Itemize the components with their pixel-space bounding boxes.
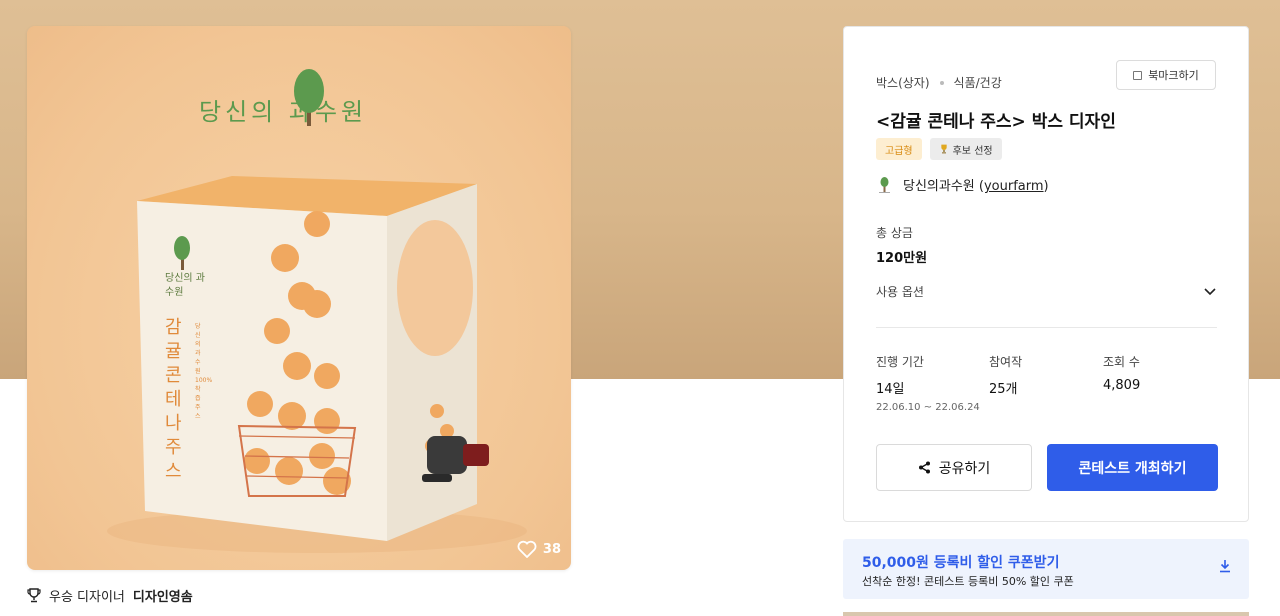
next-section-edge (843, 612, 1249, 616)
stat-entries-value: 25개 (989, 382, 1018, 397)
prize-value: 120만원 (876, 251, 928, 266)
premium-badge: 고급형 (876, 138, 922, 160)
candidate-badge: 후보 선정 (929, 138, 1002, 160)
category-box[interactable]: 박스(상자) (876, 74, 930, 91)
candidate-label: 후보 선정 (952, 145, 993, 157)
badge-group: 고급형 후보 선정 (876, 138, 1002, 160)
download-icon[interactable] (1219, 559, 1231, 573)
separator-dot (939, 80, 944, 85)
box-front-brand: 당신의 과수원 (165, 273, 205, 298)
trophy-icon (940, 144, 947, 154)
box-front-title: 감귤 콘테나 주스 (165, 317, 182, 482)
usage-options-label: 사용 옵션 (876, 285, 924, 299)
winner-label: 우승 디자이너 (49, 590, 125, 605)
trophy-icon (27, 588, 41, 603)
bookmark-button[interactable]: 북마크하기 (1116, 60, 1216, 90)
host-name: 당신의과수원 (903, 179, 975, 194)
heart-icon (517, 540, 537, 558)
coupon-subtitle: 선착순 한정! 콘테스트 등록비 50% 할인 쿠폰 (862, 575, 1074, 588)
product-image[interactable]: 당신의 과수원 당신의 과수원 감귤 콘테나 주스 당신의과수원 100% 착즙… (27, 26, 571, 570)
prize-label: 총 상금 (876, 226, 913, 240)
stat-views-label: 조회 수 (1103, 355, 1140, 369)
coupon-banner[interactable]: 50,000원 등록비 할인 쿠폰받기 선착순 한정! 콘테스트 등록비 50%… (843, 539, 1249, 599)
coupon-title: 50,000원 등록비 할인 쿠폰받기 (862, 555, 1060, 571)
breadcrumb: 박스(상자) 식품/건강 (876, 74, 1002, 91)
contest-info-panel: 북마크하기 박스(상자) 식품/건강 <감귤 콘테나 주스> 박스 디자인 고급… (843, 26, 1249, 522)
chevron-down-icon (1204, 287, 1216, 295)
winner-designer: 우승 디자이너 디자인영솜 (27, 586, 193, 605)
stat-duration-value: 14일 (876, 382, 905, 397)
like-count: 38 (542, 541, 561, 557)
host-handle[interactable]: yourfarm (984, 179, 1044, 194)
stat-duration-label: 진행 기간 (876, 355, 924, 369)
period-range: 22.06.10 ~ 22.06.24 (876, 402, 980, 413)
host-info[interactable]: 당신의과수원 (yourfarm) (876, 175, 1049, 194)
host-logo-icon (879, 176, 890, 193)
box-front-sub: 당신의과수원 100% 착즙 주스 (195, 323, 213, 420)
usage-options-toggle[interactable]: 사용 옵션 (876, 283, 1216, 300)
share-icon (918, 461, 930, 474)
host-contest-button[interactable]: 콘테스트 개최하기 (1047, 444, 1218, 491)
share-button[interactable]: 공유하기 (876, 444, 1032, 491)
stat-entries-label: 참여작 (989, 355, 1023, 369)
brand-title: 당신의 과수원 (199, 98, 368, 126)
bookmark-label: 북마크하기 (1148, 69, 1199, 82)
category-food[interactable]: 식품/건강 (954, 74, 1002, 91)
winner-name[interactable]: 디자인영솜 (133, 586, 193, 605)
bookmark-icon (1133, 70, 1143, 80)
stat-views-value: 4,809 (1103, 378, 1141, 393)
like-button[interactable]: 38 (517, 540, 561, 558)
divider (876, 327, 1217, 328)
share-label: 공유하기 (938, 460, 991, 477)
contest-title: <감귤 콘테나 주스> 박스 디자인 (876, 112, 1116, 132)
